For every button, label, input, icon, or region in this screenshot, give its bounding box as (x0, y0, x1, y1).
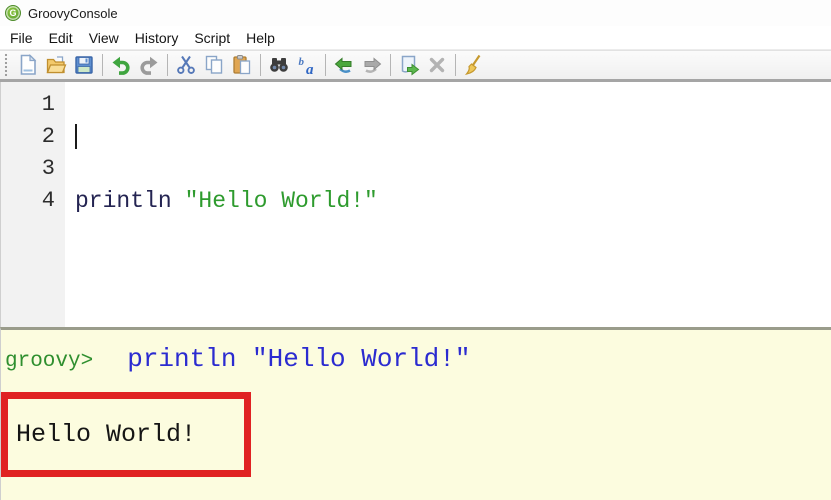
save-icon (75, 56, 93, 74)
line-number: 2 (41, 124, 55, 149)
redo-button (135, 51, 163, 79)
cut-button[interactable] (172, 51, 200, 79)
find-button[interactable] (265, 51, 293, 79)
menu-item-script[interactable]: Script (186, 28, 238, 48)
toolbar-separator (102, 54, 103, 76)
paste-button[interactable] (228, 51, 256, 79)
toolbar-separator (260, 54, 261, 76)
line-number: 1 (41, 92, 55, 117)
toolbar-separator (167, 54, 168, 76)
output-result-text: Hello World! (16, 420, 197, 449)
cut-icon (177, 55, 195, 74)
code-line-2 (75, 121, 831, 153)
toolbar: b a (0, 50, 831, 82)
execute-script-icon (401, 55, 420, 76)
echoed-code: println "Hello World!" (127, 344, 471, 374)
output-panel[interactable]: groovy> println "Hello World!" Hello Worl… (0, 327, 831, 500)
title-bar: G GroovyConsole (0, 0, 831, 26)
find-binoculars-icon (270, 58, 288, 72)
code-line-4: println "Hello World!" (75, 185, 831, 217)
code-string-literal: "Hello World!" (184, 188, 378, 214)
code-keyword: println (75, 188, 172, 214)
menu-item-help[interactable]: Help (238, 28, 283, 48)
copy-icon (205, 55, 223, 74)
undo-button[interactable] (107, 51, 135, 79)
svg-text:a: a (306, 62, 314, 77)
history-next-button (358, 51, 386, 79)
window-title: GroovyConsole (28, 5, 118, 21)
line-number-gutter: 1 2 3 4 (1, 82, 65, 327)
menu-item-file[interactable]: File (2, 28, 41, 48)
new-file-button[interactable] (14, 51, 42, 79)
redo-icon (140, 56, 158, 75)
code-area[interactable]: println "Hello World!" (65, 82, 831, 327)
toolbar-separator (325, 54, 326, 76)
svg-text:b: b (299, 56, 305, 68)
toolbar-grip-handle[interactable] (4, 53, 9, 77)
paste-icon (233, 55, 251, 75)
toolbar-separator (455, 54, 456, 76)
execute-script-button[interactable] (395, 51, 423, 79)
line-number: 3 (41, 156, 55, 181)
interrupt-script-button (423, 51, 451, 79)
clear-output-broom-icon (464, 54, 481, 75)
toolbar-separator (390, 54, 391, 76)
history-previous-icon (334, 57, 352, 73)
open-file-icon (46, 56, 67, 74)
editor-panel[interactable]: 1 2 3 4 println "Hello World!" (0, 82, 831, 327)
menu-item-view[interactable]: View (81, 28, 127, 48)
groovy-prompt: groovy> (5, 350, 94, 373)
menu-item-history[interactable]: History (127, 28, 187, 48)
text-caret (75, 124, 77, 150)
undo-icon (112, 56, 130, 75)
menu-bar: File Edit View History Script Help (0, 26, 831, 50)
output-echo-line: groovy> println "Hello World!" (1, 330, 831, 374)
interrupt-x-icon (429, 57, 445, 73)
new-file-icon (20, 54, 37, 75)
groovy-logo-icon: G (5, 5, 21, 21)
copy-button[interactable] (200, 51, 228, 79)
line-number: 4 (41, 188, 55, 213)
clear-output-button[interactable] (460, 51, 488, 79)
save-file-button[interactable] (70, 51, 98, 79)
history-next-icon (364, 57, 382, 73)
history-previous-button[interactable] (330, 51, 358, 79)
menu-item-edit[interactable]: Edit (41, 28, 81, 48)
open-file-button[interactable] (42, 51, 70, 79)
groovy-console-window: G GroovyConsole File Edit View History S… (0, 0, 831, 500)
replace-button[interactable]: b a (293, 51, 321, 79)
replace-icon: b a (299, 56, 315, 77)
red-highlight-box: Hello World! (1, 392, 251, 477)
